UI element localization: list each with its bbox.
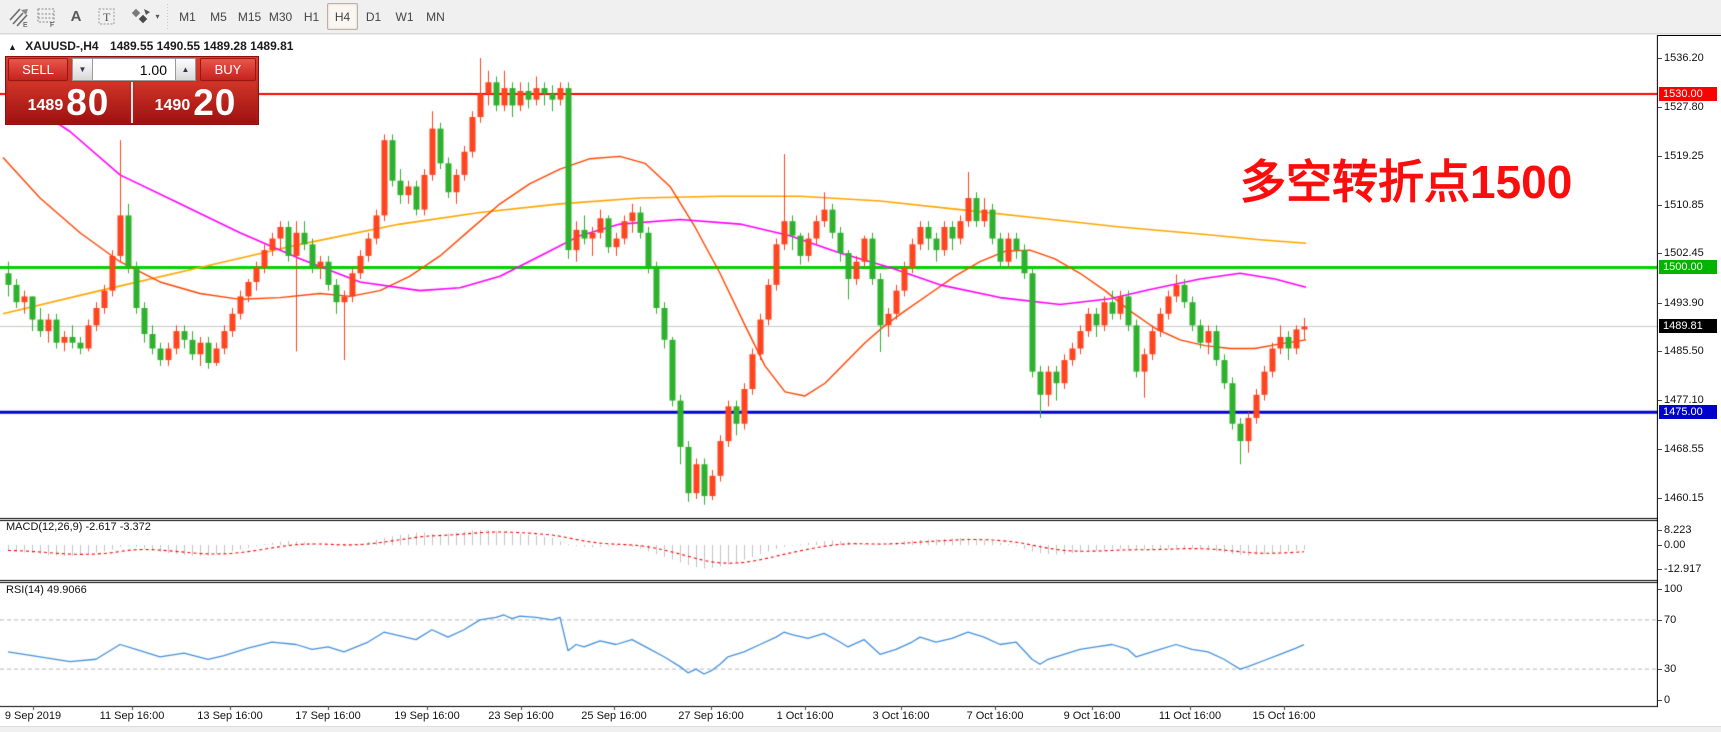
- price-level-label: 1500.00: [1659, 260, 1717, 274]
- volume-input[interactable]: [93, 59, 175, 80]
- status-strip: [0, 726, 1721, 732]
- time-tick-label: 1 Oct 16:00: [777, 710, 834, 722]
- rsi-tick-label: 70: [1664, 614, 1676, 626]
- trade-panel-divider: [131, 82, 133, 123]
- symbol-period-label: XAUUSD-,H4: [25, 39, 98, 53]
- tab-timeframe-w1[interactable]: W1: [389, 3, 420, 30]
- time-tick-label: 11 Oct 16:00: [1159, 710, 1221, 722]
- text-box-icon[interactable]: T: [92, 3, 122, 30]
- tab-timeframe-m1[interactable]: M1: [172, 3, 203, 30]
- time-tick-label: 27 Sep 16:00: [678, 710, 743, 722]
- macd-indicator-label: MACD(12,26,9) -2.617 -3.372: [6, 521, 151, 533]
- svg-text:F: F: [50, 22, 54, 28]
- text-label-icon[interactable]: A: [62, 3, 90, 30]
- price-tick-label: 1493.90: [1664, 297, 1704, 309]
- sell-price-main: 1489: [28, 91, 64, 121]
- mt4-window: E F A T ▾ M1: [0, 0, 1721, 732]
- chart-text-annotation: 多空转折点1500: [1240, 146, 1572, 212]
- time-tick-label: 11 Sep 16:00: [100, 710, 165, 722]
- buy-price-pips: 20: [193, 84, 236, 121]
- chevron-down-icon: ▾: [155, 12, 159, 21]
- price-tick-label: 1527.80: [1664, 101, 1704, 113]
- time-tick-label: 13 Sep 16:00: [197, 710, 262, 722]
- toolbar-separator: [167, 4, 168, 29]
- tab-timeframe-m30[interactable]: M30: [265, 3, 296, 30]
- price-level-label: 1475.00: [1659, 405, 1717, 419]
- volume-stepper: ▼ ▲: [72, 58, 196, 81]
- price-tick-label: 1536.20: [1664, 52, 1704, 64]
- price-chart-canvas[interactable]: [0, 35, 1658, 726]
- draw-channel-icon[interactable]: E: [4, 3, 34, 30]
- tab-timeframe-m15[interactable]: M15: [234, 3, 265, 30]
- rsi-indicator-label: RSI(14) 49.9066: [6, 584, 87, 596]
- price-tick-label: 1502.45: [1664, 247, 1704, 259]
- tab-timeframe-h1[interactable]: H1: [296, 3, 327, 30]
- collapse-panel-icon[interactable]: ▲: [8, 42, 17, 52]
- one-click-trading-panel: SELL ▼ ▲ BUY 1489 80 1490 20: [5, 56, 259, 125]
- macd-tick-label: 8.223: [1664, 524, 1692, 536]
- time-tick-label: 9 Oct 16:00: [1064, 710, 1121, 722]
- macd-tick-label: -12.917: [1664, 563, 1701, 575]
- price-level-label: 1530.00: [1659, 87, 1717, 101]
- tab-timeframe-d1[interactable]: D1: [358, 3, 389, 30]
- sell-button[interactable]: SELL: [8, 58, 68, 81]
- time-tick-label: 19 Sep 16:00: [394, 710, 459, 722]
- rsi-tick-label: 100: [1664, 583, 1682, 595]
- buy-button[interactable]: BUY: [200, 58, 256, 81]
- price-tick-label: 1519.25: [1664, 150, 1704, 162]
- sell-price-pips: 80: [66, 84, 109, 121]
- price-tick-label: 1510.85: [1664, 199, 1704, 211]
- tab-timeframe-mn[interactable]: MN: [420, 3, 451, 30]
- time-tick-label: 25 Sep 16:00: [581, 710, 646, 722]
- ohlc-values: 1489.55 1490.55 1489.28 1489.81: [110, 39, 294, 53]
- tab-timeframe-m5[interactable]: M5: [203, 3, 234, 30]
- macd-tick-label: 0.00: [1664, 539, 1685, 551]
- svg-text:E: E: [23, 22, 28, 28]
- draw-fibonacci-grid-icon[interactable]: F: [32, 3, 62, 30]
- sell-price-tile[interactable]: 1489 80: [8, 82, 129, 123]
- svg-text:T: T: [103, 10, 111, 24]
- buy-price-main: 1490: [155, 91, 191, 121]
- time-tick-label: 7 Oct 16:00: [967, 710, 1024, 722]
- price-tick-label: 1468.55: [1664, 443, 1704, 455]
- price-tick-label: 1485.50: [1664, 345, 1704, 357]
- trade-price-row: 1489 80 1490 20: [6, 82, 258, 125]
- chart-symbol-header: ▲ XAUUSD-,H4 1489.55 1490.55 1489.28 148…: [8, 39, 293, 53]
- price-level-label: 1489.81: [1659, 319, 1717, 333]
- time-tick-label: 15 Oct 16:00: [1253, 710, 1316, 722]
- objects-arrow-icon[interactable]: ▾: [126, 3, 164, 30]
- rsi-tick-label: 30: [1664, 663, 1676, 675]
- time-tick-label: 17 Sep 16:00: [295, 710, 360, 722]
- trade-controls-row: SELL ▼ ▲ BUY: [6, 57, 258, 82]
- time-tick-label: 3 Oct 16:00: [873, 710, 930, 722]
- buy-price-tile[interactable]: 1490 20: [135, 82, 256, 123]
- volume-increase-button[interactable]: ▲: [175, 58, 196, 81]
- price-tick-label: 1460.15: [1664, 492, 1704, 504]
- volume-decrease-button[interactable]: ▼: [72, 58, 93, 81]
- tab-timeframe-h4[interactable]: H4: [327, 3, 358, 30]
- toolbar: E F A T ▾ M1: [0, 0, 1721, 34]
- rsi-tick-label: 0: [1664, 694, 1670, 706]
- time-tick-label: 9 Sep 2019: [5, 710, 61, 722]
- time-tick-label: 23 Sep 16:00: [488, 710, 553, 722]
